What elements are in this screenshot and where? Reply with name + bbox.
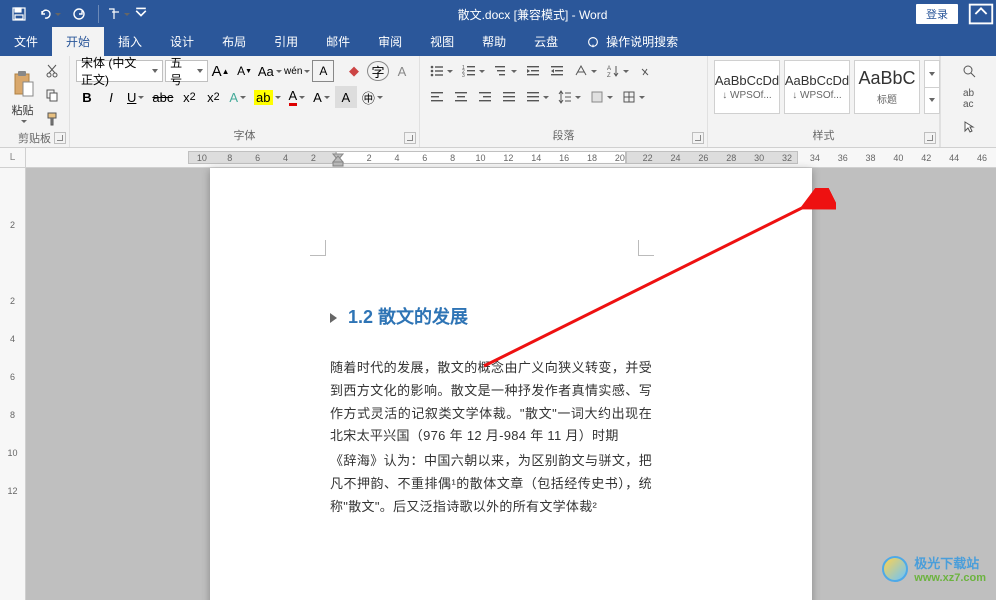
ruler-corner[interactable]: L [0,148,26,168]
watermark-logo-icon [882,556,908,582]
ribbon: 粘贴 剪贴板 宋体 (中文正文) 五号 A▲ A▼ Aa wén A [0,56,996,148]
align-left-button[interactable] [426,86,448,108]
tab-references[interactable]: 引用 [260,27,312,56]
superscript-button[interactable]: x2 [202,86,224,108]
quick-access-toolbar [0,0,149,28]
shrink-font-button[interactable]: A▼ [234,60,256,82]
tab-design[interactable]: 设计 [156,27,208,56]
highlight-button[interactable]: ab [251,86,283,108]
clipboard-dialog-launcher[interactable] [54,132,66,144]
redo-button[interactable] [64,0,94,28]
format-painter-button[interactable] [41,108,63,130]
qat-customize-button[interactable] [133,0,149,28]
align-center-button[interactable] [450,86,472,108]
grow-font-button[interactable]: A▲ [210,60,232,82]
borders-button[interactable] [618,86,648,108]
text-effects-button[interactable]: A [226,86,249,108]
tab-home[interactable]: 开始 [52,27,104,56]
ribbon-side-strip: abac [940,56,996,147]
collapse-triangle-icon[interactable] [330,313,337,323]
vertical-ruler[interactable]: 224681012 [0,168,26,600]
char-border-button[interactable]: A [312,60,334,82]
tab-mailings[interactable]: 邮件 [312,27,364,56]
increase-indent-button[interactable] [546,60,568,82]
find-button[interactable] [958,60,980,82]
style-item-3[interactable]: AaBbC 标题 [854,60,920,114]
enclose-button[interactable]: ㊥ [359,86,386,108]
style-item-2[interactable]: AaBbCcDd ↓ WPSOf... [784,60,850,114]
bullets-button[interactable] [426,60,456,82]
tab-review[interactable]: 审阅 [364,27,416,56]
subscript-button[interactable]: x2 [178,86,200,108]
svg-text:3: 3 [462,73,465,79]
watermark: 极光下载站 www.xz7.com [882,553,986,584]
crop-mark-icon [310,240,326,256]
style-item-1[interactable]: AaBbCcDd ↓ WPSOf... [714,60,780,114]
show-marks-button[interactable] [634,60,656,82]
clear-formatting-button[interactable]: ◆ [343,60,365,82]
tab-file[interactable]: 文件 [0,27,52,56]
replace-button[interactable]: abac [958,88,980,110]
tab-view[interactable]: 视图 [416,27,468,56]
group-styles: AaBbCcDd ↓ WPSOf... AaBbCcDd ↓ WPSOf... … [708,56,940,147]
paragraph-dialog-launcher[interactable] [692,132,704,144]
char-shading2-button[interactable]: A [335,86,357,108]
font-color-button[interactable]: A [286,86,309,108]
align-distribute-button[interactable] [522,86,552,108]
shading-button[interactable] [586,86,616,108]
tab-yunpan[interactable]: 云盘 [520,27,572,56]
undo-button[interactable] [34,0,64,28]
font-dialog-launcher[interactable] [404,132,416,144]
phonetic-guide-button[interactable]: wén [284,60,310,82]
strikethrough-button[interactable]: abc [149,86,176,108]
italic-button[interactable]: I [100,86,122,108]
styles-gallery-more[interactable] [924,60,940,114]
tab-layout[interactable]: 布局 [208,27,260,56]
document-page[interactable]: 1.2 散文的发展 随着时代的发展，散文的概念由广义向狭义转变，并受到西方文化的… [210,168,812,600]
cut-button[interactable] [41,60,63,82]
horizontal-ruler[interactable]: 1086422468101214161820222426283032343638… [26,148,996,168]
indent-marker-left[interactable] [332,148,344,168]
window-title: 散文.docx [兼容模式] - Word [149,6,916,23]
multilevel-list-button[interactable] [490,60,520,82]
tell-me-search[interactable]: 操作说明搜索 [572,27,692,56]
save-button[interactable] [4,0,34,28]
bold-button[interactable]: B [76,86,98,108]
ribbon-tabs: 文件 开始 插入 设计 布局 引用 邮件 审阅 视图 帮助 云盘 操作说明搜索 [0,28,996,56]
line-spacing-button[interactable] [554,86,584,108]
sort-button[interactable]: AZ [602,60,632,82]
body-text[interactable]: 随着时代的发展，散文的概念由广义向狭义转变，并受到西方文化的影响。散文是一种抒发… [330,357,652,518]
touch-mode-button[interactable] [103,0,133,28]
workspace: L 224681012 1086422468101214161820222426… [0,148,996,600]
align-right-button[interactable] [474,86,496,108]
asian-layout-button[interactable] [570,60,600,82]
copy-button[interactable] [41,84,63,106]
heading[interactable]: 1.2 散文的发展 [330,303,652,329]
font-size-combo[interactable]: 五号 [165,60,207,82]
underline-button[interactable]: U [124,86,147,108]
titlebar: 散文.docx [兼容模式] - Word 登录 [0,0,996,28]
font-name-combo[interactable]: 宋体 (中文正文) [76,60,163,82]
paste-button[interactable]: 粘贴 [6,60,39,130]
editor-area[interactable]: 1086422468101214161820222426283032343638… [26,148,996,600]
ribbon-options-button[interactable] [966,0,996,28]
tab-help[interactable]: 帮助 [468,27,520,56]
svg-text:Z: Z [607,73,611,79]
char-shading-button[interactable]: A [391,60,413,82]
decrease-indent-button[interactable] [522,60,544,82]
change-case-button[interactable]: Aa [258,60,282,82]
char-scale-button[interactable]: A [310,86,333,108]
enclose-chars-button[interactable]: 字 [367,61,389,81]
select-button[interactable] [958,116,980,138]
group-paragraph: 123 AZ [420,56,708,147]
numbering-button[interactable]: 123 [458,60,488,82]
svg-text:A: A [607,66,611,72]
group-clipboard: 粘贴 剪贴板 [0,56,70,147]
login-button[interactable]: 登录 [916,4,958,24]
tab-insert[interactable]: 插入 [104,27,156,56]
group-font: 宋体 (中文正文) 五号 A▲ A▼ Aa wén A ◆ 字 A B I U … [70,56,420,147]
styles-dialog-launcher[interactable] [924,132,936,144]
align-justify-button[interactable] [498,86,520,108]
crop-mark-icon [638,240,654,256]
